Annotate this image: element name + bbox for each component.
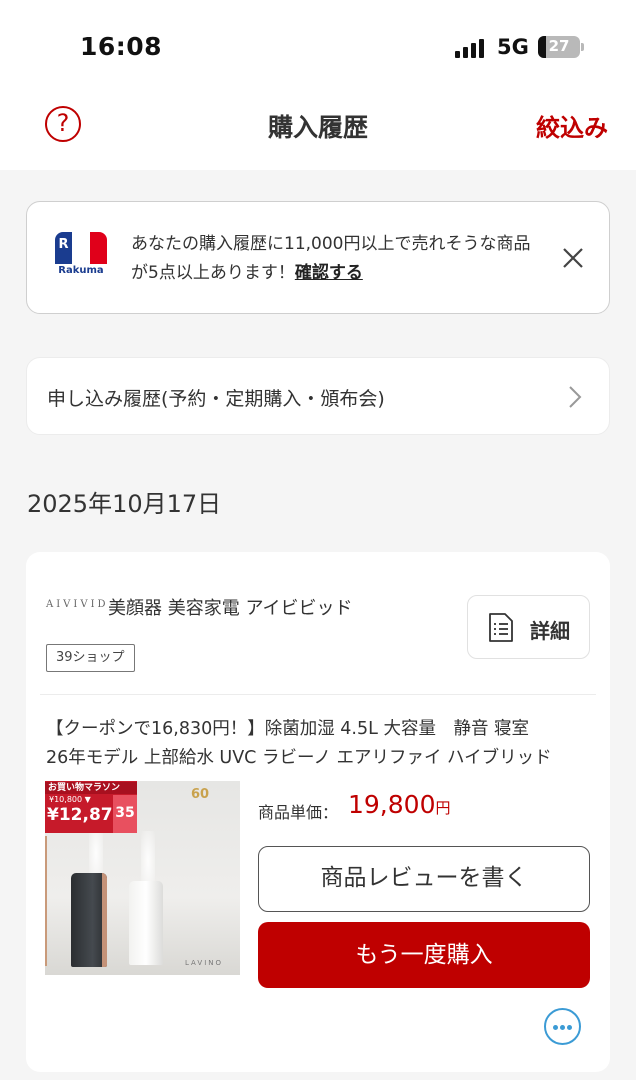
shop-badge: 39ショップ (46, 644, 135, 672)
shop-name[interactable]: 美顔器 美容家電 アイビビッド (108, 594, 353, 620)
price-value: 19,800円 (348, 790, 451, 819)
document-icon (489, 613, 513, 642)
humidifier-black-image (71, 873, 107, 967)
rakuma-logo-letter: R (58, 237, 69, 252)
order-date: 2025年10月17日 (27, 490, 222, 518)
promo-title: お買い物マラソン (45, 782, 137, 794)
promo-badge: お買い物マラソン ¥10,800 ▼ ¥12,870 35 (45, 781, 137, 833)
product-name-line-2: 26年モデル 上部給水 UVC ラビーノ エアリファイ ハイブリッド (46, 748, 552, 768)
close-icon[interactable] (561, 246, 585, 270)
status-time: 16:08 (80, 32, 163, 61)
rakuma-logo: R Rakuma (55, 232, 107, 284)
shop-logo: AIVIVID (46, 599, 109, 610)
banner-confirm-link[interactable]: 確認する (295, 263, 363, 283)
banner-message: あなたの購入履歴に11,000円以上で売れそうな商品が5点以上あります！確認する (131, 230, 541, 288)
status-bar: 16:08 5G 27 (0, 0, 636, 90)
rakuma-banner[interactable]: R Rakuma あなたの購入履歴に11,000円以上で売れそうな商品が5点以上… (26, 201, 610, 314)
battery-icon: 27 (538, 36, 580, 58)
divider (40, 694, 596, 695)
product-image[interactable]: お買い物マラソン ¥10,800 ▼ ¥12,870 35 60 LAVINO (45, 781, 240, 975)
buy-again-button[interactable]: もう一度購入 (258, 922, 590, 988)
detail-label: 詳細 (530, 619, 570, 643)
subscription-history-row[interactable]: 申し込み履歴(予約・定期購入・頒布会) (26, 357, 610, 435)
chevron-right-icon (569, 386, 582, 408)
product-name-line-1: 【クーポンで16,830円！】除菌加湿 4.5L 大容量 静音 寝室 (46, 719, 530, 739)
write-review-button[interactable]: 商品レビューを書く (258, 846, 590, 912)
order-card: AIVIVID 美顔器 美容家電 アイビビッド 39ショップ 詳細 【クーポンで… (26, 552, 610, 1072)
network-type: 5G (497, 35, 529, 59)
purchase-history-screen: 16:08 5G 27 ? 購入履歴 絞込み R Rakuma あなたの購入履歴… (0, 0, 636, 1080)
promo-old-price: ¥10,800 ▼ (49, 795, 91, 804)
filter-button[interactable]: 絞込み (536, 108, 608, 143)
rakuma-logo-text: Rakuma (58, 265, 104, 276)
detail-button[interactable]: 詳細 (467, 595, 590, 659)
more-options-icon[interactable] (544, 1008, 581, 1045)
signal-strength-icon (455, 38, 489, 58)
price-unit: 円 (435, 799, 451, 817)
battery-level: 27 (548, 37, 570, 55)
humidifier-white-image (129, 881, 163, 965)
subscription-history-label: 申し込み履歴(予約・定期購入・頒布会) (47, 388, 385, 410)
promo-percent: 35 (115, 805, 135, 821)
price-amount: 19,800 (348, 790, 436, 819)
price-label: 商品単価： (258, 803, 339, 822)
app-header: ? 購入履歴 絞込み (0, 90, 636, 170)
sales-badge: 60 (190, 787, 210, 802)
product-name[interactable]: 【クーポンで16,830円！】除菌加湿 4.5L 大容量 静音 寝室 26年モデ… (46, 715, 586, 773)
brand-mark: LAVINO (185, 959, 224, 967)
